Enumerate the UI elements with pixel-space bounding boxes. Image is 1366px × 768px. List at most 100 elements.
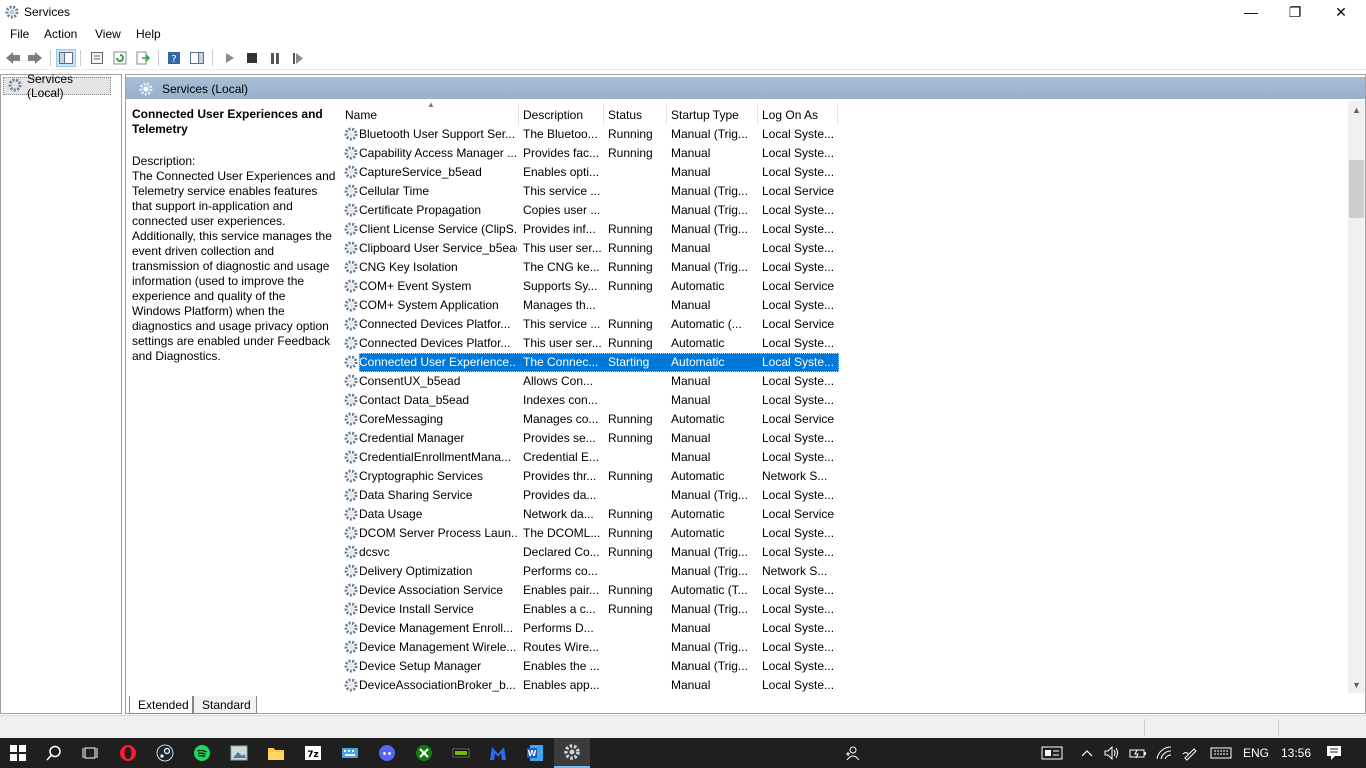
spotify-icon[interactable] bbox=[184, 738, 220, 768]
column-header-status[interactable]: Status bbox=[604, 103, 667, 125]
table-row[interactable]: Clipboard User Service_b5ead This user se… bbox=[341, 239, 841, 258]
table-row[interactable]: ConsentUX_b5ead Allows Con... Manual Local … bbox=[341, 372, 841, 391]
table-row[interactable]: Contact Data_b5ead Indexes con... Manual Lo… bbox=[341, 391, 841, 410]
table-row[interactable]: CredentialEnrollmentMana... Credential E.… bbox=[341, 448, 841, 467]
table-row[interactable]: Delivery Optimization Performs co... Manua… bbox=[341, 562, 841, 581]
table-row[interactable]: Connected Devices Platfor... This service… bbox=[341, 315, 841, 334]
people-icon[interactable] bbox=[834, 738, 870, 768]
photos-icon[interactable] bbox=[221, 738, 257, 768]
table-row[interactable]: DCOM Server Process Laun... The DCOML... R… bbox=[341, 524, 841, 543]
scroll-down-icon[interactable]: ▼ bbox=[1348, 676, 1365, 693]
discord-icon[interactable] bbox=[369, 738, 405, 768]
restore-button[interactable]: ❐ bbox=[1272, 0, 1318, 24]
tab-extended[interactable]: Extended bbox=[129, 696, 193, 714]
opera-browser-icon[interactable] bbox=[110, 738, 146, 768]
xbox-icon[interactable] bbox=[406, 738, 442, 768]
search-icon[interactable] bbox=[36, 738, 72, 768]
table-row[interactable]: Data Usage Network da... Running Automatic L… bbox=[341, 505, 841, 524]
input-language[interactable]: ENG bbox=[1243, 746, 1269, 760]
news-and-interests-icon[interactable] bbox=[1034, 738, 1070, 768]
menu-bar: File Action View Help bbox=[0, 24, 1366, 44]
properties-icon[interactable] bbox=[87, 49, 107, 67]
cell-description: Copies user ... bbox=[523, 203, 601, 217]
file-explorer-icon[interactable] bbox=[258, 738, 294, 768]
services-taskbar-icon[interactable] bbox=[554, 738, 590, 768]
table-row[interactable]: Device Install Service Enables a c... Runn… bbox=[341, 600, 841, 619]
start-service-icon[interactable] bbox=[220, 49, 240, 67]
table-row[interactable]: dcsvc Declared Co... Running Manual (Trig..… bbox=[341, 543, 841, 562]
column-header-log-on-as[interactable]: Log On As bbox=[758, 103, 838, 125]
vertical-scrollbar[interactable]: ▲ ▼ bbox=[1348, 101, 1365, 693]
wifi-icon[interactable] bbox=[1150, 738, 1178, 768]
table-row[interactable]: Capability Access Manager ... Provides fa… bbox=[341, 144, 841, 163]
back-arrow-icon[interactable] bbox=[3, 49, 23, 67]
task-view-icon[interactable] bbox=[72, 738, 108, 768]
refresh-icon[interactable] bbox=[110, 49, 130, 67]
table-row[interactable]: Cryptographic Services Provides thr... Run… bbox=[341, 467, 841, 486]
pen-workspace-icon[interactable] bbox=[1176, 738, 1204, 768]
table-row[interactable]: Certificate Propagation Copies user ... Ma… bbox=[341, 201, 841, 220]
scrollbar-thumb[interactable] bbox=[1349, 160, 1364, 218]
action-center-icon[interactable] bbox=[1316, 738, 1352, 768]
table-row[interactable]: Device Association Service Enables pair..… bbox=[341, 581, 841, 600]
windows-start-icon[interactable] bbox=[0, 738, 36, 768]
column-header-name[interactable]: Name ▲ bbox=[341, 100, 519, 125]
table-row[interactable]: CoreMessaging Manages co... Running Automat… bbox=[341, 410, 841, 429]
menu-file[interactable]: File bbox=[10, 27, 29, 41]
table-row[interactable]: CaptureService_b5ead Enables opti... Manua… bbox=[341, 163, 841, 182]
restart-service-icon[interactable] bbox=[288, 49, 308, 67]
table-row[interactable]: CNG Key Isolation The CNG ke... Running Man… bbox=[341, 258, 841, 277]
cell-startup-type: Manual (Trig... bbox=[671, 602, 748, 616]
menu-help[interactable]: Help bbox=[136, 27, 161, 41]
steam-icon[interactable] bbox=[147, 738, 183, 768]
cell-log-on-as: Local Syste... bbox=[762, 336, 835, 350]
cell-log-on-as: Local Syste... bbox=[762, 298, 835, 312]
cell-name: Device Install Service bbox=[359, 602, 474, 616]
cell-startup-type: Automatic bbox=[671, 412, 725, 426]
table-row[interactable]: Device Management Enroll... Performs D...… bbox=[341, 619, 841, 638]
cell-description: Indexes con... bbox=[523, 393, 598, 407]
tree-item-services-local[interactable]: Services (Local) bbox=[3, 72, 111, 100]
malwarebytes-icon[interactable] bbox=[480, 738, 516, 768]
table-row[interactable]: COM+ Event System Supports Sy... Running Au… bbox=[341, 277, 841, 296]
toolbar-separator bbox=[50, 50, 51, 66]
table-row[interactable]: Connected Devices Platfor... This user se… bbox=[341, 334, 841, 353]
volume-icon[interactable] bbox=[1098, 738, 1126, 768]
cell-name: COM+ Event System bbox=[359, 279, 472, 293]
table-row[interactable]: Bluetooth User Support Ser... The Bluetoo… bbox=[341, 125, 841, 144]
table-row[interactable]: COM+ System Application Manages th... Manu… bbox=[341, 296, 841, 315]
table-row[interactable]: Device Setup Manager Enables the ... Manua… bbox=[341, 657, 841, 676]
menu-view[interactable]: View bbox=[95, 27, 121, 41]
microsoft-word-icon[interactable]: W bbox=[517, 738, 553, 768]
table-row[interactable]: Client License Service (ClipS... Provides… bbox=[341, 220, 841, 239]
table-row[interactable]: Connected User Experience... The Connec..… bbox=[341, 353, 841, 372]
7zip-icon[interactable]: 7z bbox=[295, 738, 331, 768]
tab-standard[interactable]: Standard bbox=[193, 696, 257, 714]
scroll-up-icon[interactable]: ▲ bbox=[1348, 101, 1365, 118]
keyboard-app-icon[interactable] bbox=[332, 738, 368, 768]
column-header-description[interactable]: Description bbox=[519, 103, 604, 125]
stop-service-icon[interactable] bbox=[242, 49, 262, 67]
service-gear-icon bbox=[343, 430, 359, 446]
table-row[interactable]: DeviceAssociationBroker_b... Enables app.… bbox=[341, 676, 841, 695]
battery-icon[interactable] bbox=[1124, 738, 1152, 768]
menu-action[interactable]: Action bbox=[44, 27, 77, 41]
close-button[interactable]: ✕ bbox=[1318, 0, 1364, 24]
table-row[interactable]: Cellular Time This service ... Manual (Tri… bbox=[341, 182, 841, 201]
table-row[interactable]: Data Sharing Service Provides da... Manual… bbox=[341, 486, 841, 505]
nvidia-icon[interactable] bbox=[443, 738, 479, 768]
cell-log-on-as: Local Syste... bbox=[762, 450, 835, 464]
show-hide-console-tree-icon[interactable] bbox=[56, 49, 76, 67]
clock-time[interactable]: 13:56 bbox=[1281, 746, 1311, 760]
table-row[interactable]: Device Management Wirele... Routes Wire..… bbox=[341, 638, 841, 657]
table-row[interactable]: Credential Manager Provides se... Running M… bbox=[341, 429, 841, 448]
help-icon[interactable]: ? bbox=[164, 49, 184, 67]
export-list-icon[interactable] bbox=[133, 49, 153, 67]
minimize-button[interactable]: — bbox=[1228, 0, 1274, 24]
touch-keyboard-icon[interactable] bbox=[1204, 738, 1238, 768]
column-header-startup-type[interactable]: Startup Type bbox=[667, 103, 758, 125]
pause-service-icon[interactable] bbox=[265, 49, 285, 67]
cell-log-on-as: Local Syste... bbox=[762, 393, 835, 407]
show-action-pane-icon[interactable] bbox=[187, 49, 207, 67]
forward-arrow-icon[interactable] bbox=[25, 49, 45, 67]
